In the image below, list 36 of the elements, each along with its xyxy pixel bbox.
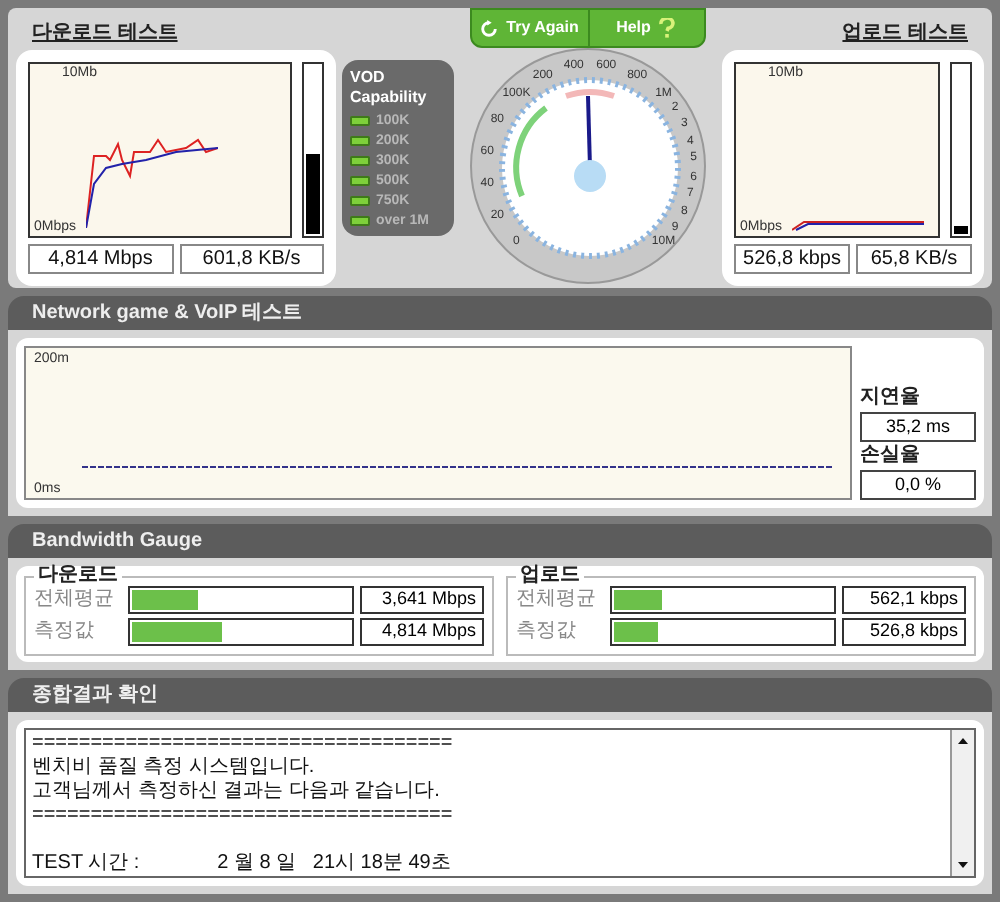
row-label: 측정값 bbox=[34, 622, 96, 642]
refresh-icon bbox=[480, 19, 499, 37]
readout-field: 4,814 Mbps bbox=[28, 244, 173, 274]
latency-label: 지연율 bbox=[860, 388, 922, 408]
panel-title: 다운로드 테스트 bbox=[32, 24, 178, 44]
result-line: ==================================== bbox=[32, 804, 455, 828]
value-field: 526,8 kbps bbox=[842, 618, 966, 646]
help-icon bbox=[658, 18, 677, 38]
loss-label: 손실율 bbox=[860, 446, 922, 466]
result-line: TEST 시간 : 2 월 8 일 21시 18분 49초 bbox=[32, 852, 453, 876]
row-label: 전체평균 bbox=[516, 590, 598, 610]
try-again-button[interactable]: Try Again bbox=[472, 10, 587, 46]
panel-title: 업로드 테스트 bbox=[842, 24, 968, 44]
vod-title: VOD Capability bbox=[350, 68, 429, 108]
section-title: Bandwidth Gauge bbox=[32, 531, 202, 551]
readout-field: 65,8 KB/s bbox=[856, 244, 972, 274]
section-title: 종합결과 확인 bbox=[32, 685, 158, 705]
help-button[interactable]: Help bbox=[587, 10, 704, 46]
row-label: 측정값 bbox=[516, 622, 578, 642]
readout-field: 601,8 KB/s bbox=[179, 244, 324, 274]
result-line: ==================================== bbox=[32, 732, 455, 756]
row-label: 전체평균 bbox=[34, 590, 116, 610]
speed-line-drawing bbox=[792, 220, 924, 232]
section-title: Network game & VoIP 테스트 bbox=[32, 303, 303, 323]
scrollbar[interactable] bbox=[950, 730, 974, 876]
group-title: 다운로드 bbox=[36, 566, 120, 586]
loss-value: 0,0 % bbox=[860, 470, 976, 500]
readout-field: 526,8 kbps bbox=[734, 244, 850, 274]
value-field: 562,1 kbps bbox=[842, 586, 966, 614]
result-text-area[interactable]: ==================================== 벤치비 품질 측정 시스템입니다. 고객님께서 측정하신 결과는 다음과 같습니다. ==================================== TEST 시간 : 2 월 8 일 21시 18분 49초 bbox=[24, 728, 976, 878]
result-line: 고객님께서 측정하신 결과는 다음과 같습니다. bbox=[32, 780, 442, 804]
result-line: 벤치비 품질 측정 시스템입니다. bbox=[32, 756, 317, 780]
group-title: 업로드 bbox=[518, 566, 582, 586]
value-field: 3,641 Mbps bbox=[360, 586, 484, 614]
latency-value: 35,2 ms bbox=[860, 412, 976, 442]
value-field: 4,814 Mbps bbox=[360, 618, 484, 646]
